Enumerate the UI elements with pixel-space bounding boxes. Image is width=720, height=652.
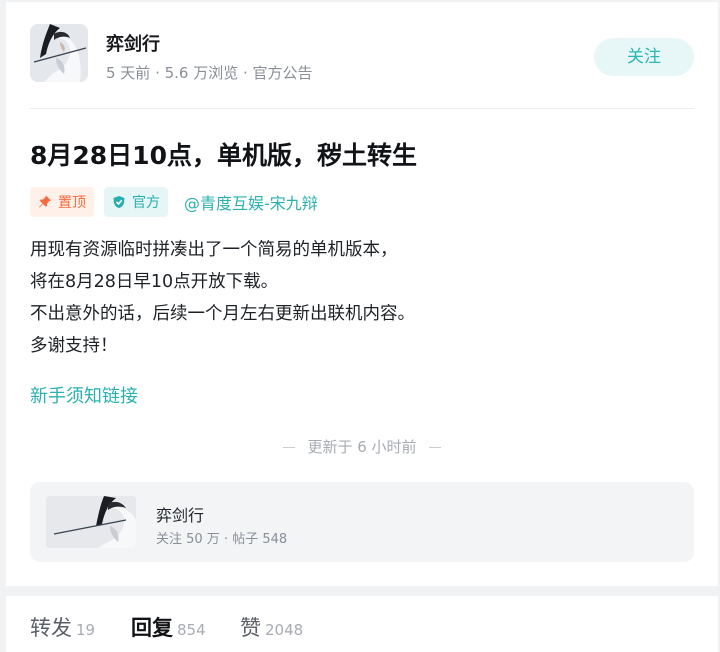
- body-line: 将在8月28日早10点开放下载。: [30, 272, 279, 292]
- shield-check-icon: [113, 196, 125, 208]
- action-bar: 转发 19 回复 854 赞 2048: [6, 596, 718, 652]
- body-line: 多谢支持！: [30, 336, 118, 356]
- updated-note: 更新于 6 小时前: [6, 436, 718, 457]
- reply-action[interactable]: 回复 854: [131, 612, 206, 642]
- repost-action[interactable]: 转发 19: [30, 612, 95, 642]
- forum-name: 弈剑行: [156, 506, 205, 525]
- newbie-guide-link[interactable]: 新手须知链接: [30, 382, 138, 408]
- official-label: 官方: [132, 195, 160, 211]
- post-tags: 置顶 官方 @青度互娱-宋九辩: [30, 186, 318, 218]
- header-divider: [30, 108, 694, 109]
- post-card: 弈剑行 5 天前 · 5.6 万浏览 · 官方公告 关注 8月28日10点，单机…: [6, 2, 718, 586]
- swordsman-image: [30, 24, 88, 82]
- author-mention-link[interactable]: @青度互娱-宋九辩: [184, 190, 318, 214]
- author-header: 弈剑行 5 天前 · 5.6 万浏览 · 官方公告 关注: [30, 24, 694, 86]
- like-action[interactable]: 赞 2048: [240, 612, 303, 642]
- follow-button[interactable]: 关注: [594, 38, 694, 76]
- body-line: 不出意外的话，后续一个月左右更新出联机内容。: [30, 304, 415, 324]
- reply-count: 854: [177, 621, 206, 639]
- official-badge: 官方: [104, 187, 168, 217]
- pinned-badge: 置顶: [30, 187, 94, 217]
- swordsman-image: [46, 496, 136, 548]
- forum-thumbnail: [46, 496, 136, 548]
- reply-label: 回复: [131, 616, 173, 640]
- author-avatar[interactable]: [30, 24, 88, 82]
- left-dash: [283, 447, 296, 448]
- pin-icon: [39, 195, 51, 208]
- like-count: 2048: [265, 621, 304, 639]
- post-title: 8月28日10点，单机版，秽土转生: [30, 141, 417, 170]
- repost-label: 转发: [30, 616, 72, 640]
- like-label: 赞: [240, 616, 261, 640]
- forum-card[interactable]: 弈剑行 关注 50 万 · 帖子 548: [30, 482, 694, 562]
- post-meta: 5 天前 · 5.6 万浏览 · 官方公告: [106, 64, 313, 82]
- author-name[interactable]: 弈剑行: [106, 30, 160, 56]
- body-line: 用现有资源临时拼凑出了一个简易的单机版本，: [30, 240, 398, 260]
- forum-stats: 关注 50 万 · 帖子 548: [156, 532, 288, 547]
- pinned-label: 置顶: [58, 195, 86, 211]
- post-body: 用现有资源临时拼凑出了一个简易的单机版本， 将在8月28日早10点开放下载。 不…: [30, 234, 415, 362]
- updated-text: 更新于 6 小时前: [307, 438, 417, 456]
- right-dash: [428, 447, 441, 448]
- repost-count: 19: [76, 621, 96, 639]
